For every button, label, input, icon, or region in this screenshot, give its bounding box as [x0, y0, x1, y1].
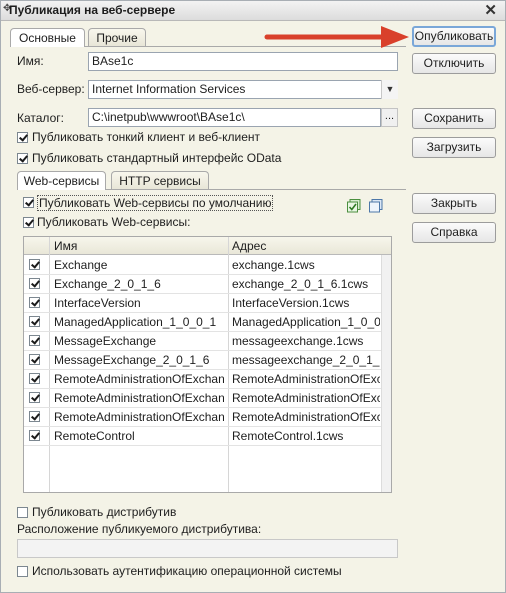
table-row[interactable]: MessageExchange messageexchange.1cws — [24, 331, 381, 351]
row-checkbox[interactable] — [29, 259, 40, 270]
service-address-cell: exchange.1cws — [232, 258, 315, 272]
table-row[interactable]: InterfaceVersion InterfaceVersion.1cws — [24, 293, 381, 313]
table-row[interactable]: RemoteAdministrationOfExchang... RemoteAd… — [24, 388, 381, 408]
publish-button[interactable]: Опубликовать — [412, 26, 496, 47]
distrib-location-field[interactable] — [17, 539, 398, 558]
help-button[interactable]: Справка — [412, 222, 496, 243]
name-field[interactable]: BAse1c — [88, 52, 398, 71]
service-address-cell: InterfaceVersion.1cws — [232, 296, 350, 310]
service-name-cell: InterfaceVersion — [54, 296, 141, 310]
os-auth-checkbox[interactable] — [17, 566, 28, 577]
tab-http-services[interactable]: HTTP сервисы — [111, 171, 209, 190]
catalog-field[interactable]: C:\inetpub\wwwroot\BAse1c\ — [88, 108, 381, 127]
distrib-label: Публиковать дистрибутив — [32, 505, 177, 519]
service-name-cell: Exchange — [54, 258, 108, 272]
thin-client-checkbox[interactable] — [17, 132, 28, 143]
window-title: Публикация на веб-сервере — [9, 3, 176, 17]
table-header: Имя Адрес — [24, 237, 391, 255]
table-row[interactable]: RemoteAdministrationOfExchange RemoteAdmi… — [24, 369, 381, 389]
service-address-cell: RemoteAdministrationOfExcha — [232, 372, 380, 386]
row-checkbox[interactable] — [29, 297, 40, 308]
close-icon[interactable]: ✕ — [484, 1, 497, 19]
server-select[interactable]: Internet Information Services — [88, 80, 398, 99]
table-row[interactable]: ManagedApplication_1_0_0_1 ManagedApplica… — [24, 312, 381, 332]
service-address-cell: RemoteControl.1cws — [232, 429, 344, 443]
service-address-cell: RemoteAdministrationOfExcha — [232, 410, 380, 424]
service-address-cell: messageexchange.1cws — [232, 334, 364, 348]
service-address-cell: messageexchange_2_0_1_6.1... — [232, 353, 380, 367]
service-address-cell: ManagedApplication_1_0_0_1... — [232, 315, 380, 329]
close-button[interactable]: Закрыть — [412, 193, 496, 214]
service-name-cell: MessageExchange_2_0_1_6 — [54, 353, 210, 367]
load-button[interactable]: Загрузить — [412, 137, 496, 158]
name-label: Имя: — [17, 54, 44, 68]
thin-client-label: Публиковать тонкий клиент и веб-клиент — [32, 130, 261, 144]
arrow-annotation-icon — [264, 26, 409, 48]
row-checkbox[interactable] — [29, 335, 40, 346]
tab-other[interactable]: Прочие — [88, 28, 146, 47]
catalog-label: Каталог: — [17, 111, 64, 125]
column-name-header[interactable]: Имя — [54, 239, 77, 253]
table-row[interactable]: Exchange_2_0_1_6 exchange_2_0_1_6.1cws — [24, 274, 381, 294]
server-value: Internet Information Services — [92, 82, 246, 96]
distrib-location-label: Расположение публикуемого дистрибутива: — [17, 522, 262, 536]
service-name-cell: ManagedApplication_1_0_0_1 — [54, 315, 217, 329]
row-checkbox[interactable] — [29, 316, 40, 327]
row-checkbox[interactable] — [29, 430, 40, 441]
chevron-down-icon[interactable]: ▼ — [381, 80, 398, 99]
ws-publish-label: Публиковать Web-сервисы: — [37, 215, 191, 229]
row-checkbox[interactable] — [29, 354, 40, 365]
ws-default-checkbox[interactable] — [23, 197, 34, 208]
tab-main[interactable]: Основные — [10, 28, 85, 47]
row-checkbox[interactable] — [29, 411, 40, 422]
row-checkbox[interactable] — [29, 278, 40, 289]
service-address-cell: exchange_2_0_1_6.1cws — [232, 277, 369, 291]
table-row[interactable]: RemoteAdministrationOfExchang... RemoteAd… — [24, 407, 381, 427]
service-name-cell: MessageExchange — [54, 334, 157, 348]
browse-button[interactable]: ... — [381, 108, 398, 127]
row-checkbox[interactable] — [29, 392, 40, 403]
service-name-cell: RemoteControl — [54, 429, 135, 443]
service-address-cell: RemoteAdministrationOfExcha — [232, 391, 380, 405]
ws-default-label: Публиковать Web-сервисы по умолчанию — [37, 195, 274, 211]
column-address-header[interactable]: Адрес — [232, 239, 266, 253]
tab-web-services[interactable]: Web-сервисы — [17, 171, 106, 190]
distrib-checkbox[interactable] — [17, 507, 28, 518]
service-name-cell: RemoteAdministrationOfExchang... — [54, 410, 224, 424]
ws-publish-checkbox[interactable] — [23, 217, 34, 228]
server-label: Веб-сервер: — [17, 82, 85, 96]
disable-button[interactable]: Отключить — [412, 53, 496, 74]
service-name-cell: RemoteAdministrationOfExchange — [54, 372, 224, 386]
service-name-cell: Exchange_2_0_1_6 — [54, 277, 161, 291]
save-button[interactable]: Сохранить — [412, 108, 496, 129]
web-services-table: Имя Адрес Exchange exchange.1cws Exchange_… — [23, 236, 392, 493]
uncheck-all-icon[interactable] — [369, 199, 383, 213]
vertical-scrollbar[interactable] — [381, 255, 391, 492]
odata-label: Публиковать стандартный интерфейс OData — [32, 151, 282, 165]
publish-dialog: ✥ Публикация на веб-сервере ✕ Основные П… — [0, 0, 506, 593]
table-row[interactable]: Exchange exchange.1cws — [24, 255, 381, 275]
os-auth-label: Использовать аутентификацию операционной… — [32, 564, 342, 578]
table-row[interactable]: MessageExchange_2_0_1_6 messageexchange_2… — [24, 350, 381, 370]
row-checkbox[interactable] — [29, 373, 40, 384]
odata-checkbox[interactable] — [17, 153, 28, 164]
service-name-cell: RemoteAdministrationOfExchang... — [54, 391, 224, 405]
table-row[interactable]: RemoteControl RemoteControl.1cws — [24, 426, 381, 446]
title-bar: ✥ Публикация на веб-сервере ✕ — [1, 1, 505, 21]
check-all-icon[interactable] — [347, 199, 361, 213]
